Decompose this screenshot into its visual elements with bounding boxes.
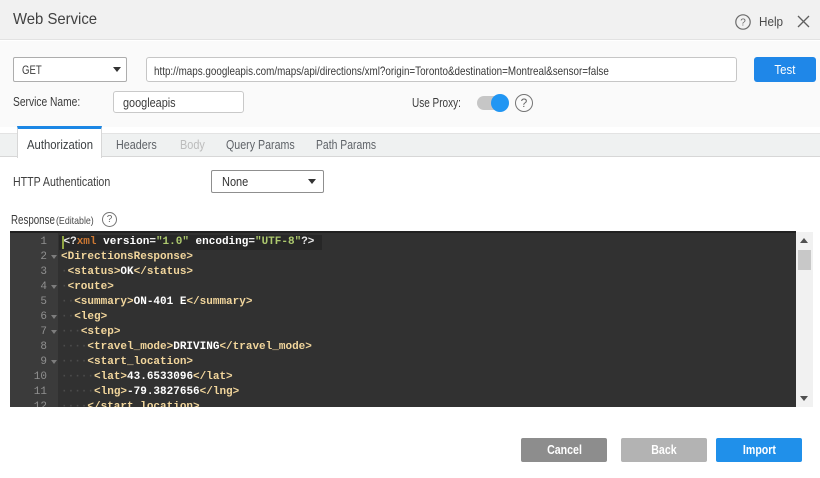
svg-text:?: ? (740, 18, 746, 29)
